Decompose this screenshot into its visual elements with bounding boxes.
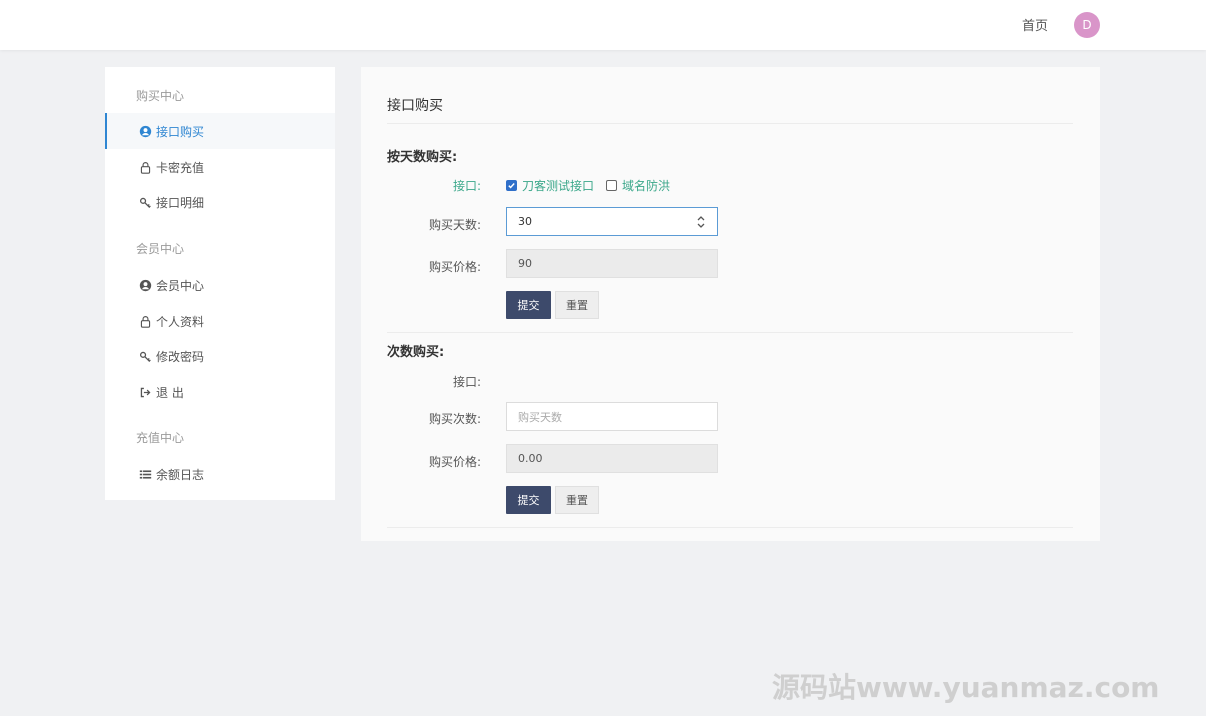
user-circle-icon	[138, 124, 152, 138]
sidebar-item-label: 接口明细	[156, 195, 205, 210]
section-title-by-days: 按天数购买:	[387, 150, 458, 165]
price-field: 0.00	[506, 444, 718, 473]
watermark: 源码站www.yuanmaz.com	[772, 671, 1160, 704]
list-icon	[138, 467, 152, 481]
user-circle-icon	[138, 278, 152, 292]
sidebar-item-label: 接口购买	[156, 124, 205, 139]
sidebar-item-change-password[interactable]: 修改密码	[105, 338, 335, 374]
key-icon	[138, 195, 152, 209]
sidebar-item-label: 个人资料	[156, 314, 205, 329]
sidebar-item-label: 修改密码	[156, 349, 205, 364]
sidebar-group-title: 充值中心	[136, 431, 185, 445]
sidebar-item-label: 会员中心	[156, 278, 205, 293]
price-field: 90	[506, 249, 718, 278]
sidebar-item-label: 卡密充值	[156, 160, 205, 175]
api-label: 接口:	[452, 375, 481, 389]
sidebar-item-card-recharge[interactable]: 卡密充值	[105, 149, 335, 185]
days-label: 购买天数:	[428, 218, 481, 232]
sidebar-item-label: 退 出	[156, 385, 184, 400]
sidebar-item-api-purchase[interactable]: 接口购买	[105, 113, 335, 149]
api-options: 刀客测试接口 域名防洪	[506, 177, 682, 194]
sidebar-item-balance-log[interactable]: 余额日志	[105, 456, 335, 492]
page-title: 接口购买	[387, 98, 443, 114]
sidebar-group-title: 会员中心	[136, 242, 185, 256]
main-panel: 接口购买 按天数购买: 接口: 刀客测试接口 域名防洪 购买天数: 30 购买价…	[361, 67, 1100, 541]
lock-icon	[138, 160, 152, 174]
count-label: 购买次数:	[428, 412, 481, 426]
days-input[interactable]: 30	[506, 207, 718, 236]
api-option-label[interactable]: 刀客测试接口	[522, 177, 594, 194]
count-input[interactable]: 购买天数	[506, 402, 718, 431]
sidebar-item-member-center[interactable]: 会员中心	[105, 267, 335, 303]
checkbox-checked[interactable]	[506, 180, 517, 191]
lock-icon	[138, 314, 152, 328]
price-label: 购买价格:	[428, 455, 481, 469]
divider	[387, 332, 1073, 333]
sidebar-item-profile[interactable]: 个人资料	[105, 303, 335, 339]
reset-button[interactable]: 重置	[555, 486, 599, 514]
section-title-by-count: 次数购买:	[387, 345, 445, 360]
api-label: 接口:	[452, 179, 481, 193]
divider	[387, 123, 1073, 124]
top-navbar: 首页 D	[0, 0, 1206, 50]
count-placeholder: 购买天数	[518, 410, 562, 424]
submit-button[interactable]: 提交	[506, 486, 551, 514]
avatar[interactable]: D	[1074, 12, 1100, 38]
sign-out-icon	[138, 385, 152, 399]
checkbox-unchecked[interactable]	[606, 180, 618, 191]
key-icon	[138, 349, 152, 363]
api-option-label[interactable]: 域名防洪	[622, 177, 670, 194]
home-link[interactable]: 首页	[1022, 15, 1048, 34]
reset-button[interactable]: 重置	[555, 291, 599, 319]
price-label: 购买价格:	[428, 260, 481, 274]
checkmark-icon	[508, 183, 515, 189]
price-value: 90	[518, 257, 532, 270]
spinner-icon[interactable]	[697, 215, 705, 229]
sidebar-group-title: 购买中心	[136, 89, 185, 103]
submit-button[interactable]: 提交	[506, 291, 551, 319]
days-value: 30	[518, 215, 532, 228]
price-value: 0.00	[518, 452, 543, 465]
sidebar: 购买中心 接口购买 卡密充值 接口明细 会员中心 会员中心 个人资料 修改密码 …	[105, 67, 335, 500]
sidebar-item-label: 余额日志	[156, 467, 205, 482]
divider	[387, 527, 1073, 528]
sidebar-item-api-details[interactable]: 接口明细	[105, 184, 335, 220]
sidebar-item-logout[interactable]: 退 出	[105, 374, 335, 410]
